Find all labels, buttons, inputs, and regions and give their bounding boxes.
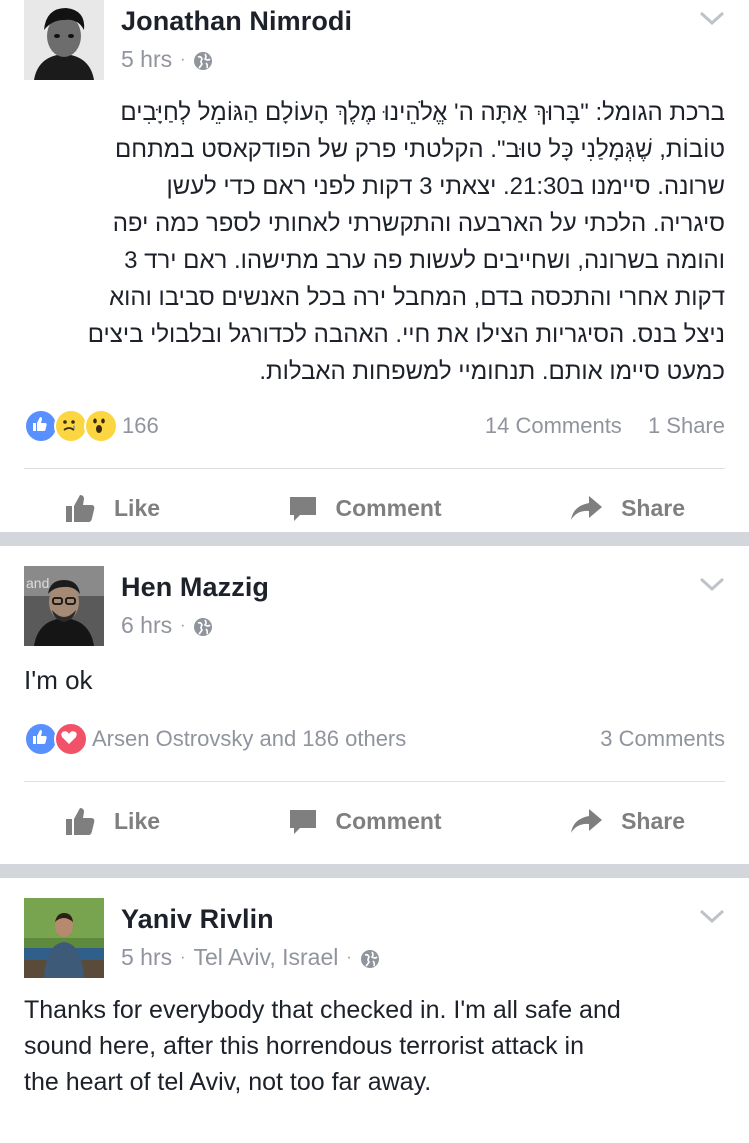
author-name[interactable]: Hen Mazzig [121, 572, 269, 603]
comment-button[interactable]: Comment [288, 806, 442, 836]
globe-icon [193, 616, 213, 636]
post-yaniv: Yaniv Rivlin 5 hrs · Tel Aviv, Israel · … [0, 878, 749, 1143]
reaction-count[interactable]: 166 [122, 413, 159, 439]
engagement-counts: 14 Comments 1 Share [485, 413, 725, 439]
text-line: ניצל בנס. הסיגריות הצילו את חיי. האהבה ל… [87, 321, 725, 348]
post-meta: 5 hrs · [121, 46, 213, 73]
comment-icon [289, 497, 316, 521]
globe-icon [360, 948, 380, 968]
post-header: Yaniv Rivlin 5 hrs · Tel Aviv, Israel · [0, 898, 749, 978]
avatar[interactable] [24, 0, 104, 80]
text-line: I'm ok [24, 665, 93, 695]
author-name[interactable]: Yaniv Rivlin [121, 904, 274, 935]
meta-separator: · [346, 948, 352, 966]
comments-count[interactable]: 14 Comments [485, 413, 622, 438]
like-button[interactable]: Like [64, 805, 160, 837]
post-text: ברכת הגומל: "בָּרוּךְ אַתָּה ה' אֱלֹהֵינ… [0, 94, 749, 390]
share-label: Share [621, 807, 685, 834]
text-line: דקות אחרי והתכסה בדם, המחבל ירה בכל האנש… [109, 284, 725, 311]
thumbs-up-icon [66, 808, 95, 835]
love-icon [54, 722, 88, 756]
avatar[interactable]: and [24, 566, 104, 646]
text-line: סיגריה. הלכתי על הארבעה והתקשרתי לאחותי … [112, 210, 725, 237]
chevron-down-icon[interactable] [699, 10, 725, 26]
reaction-count[interactable]: Arsen Ostrovsky and 186 others [92, 726, 406, 752]
post-meta: 6 hrs · [121, 612, 213, 639]
reaction-bar: 166 14 Comments 1 Share [0, 404, 749, 448]
reaction-bar: Arsen Ostrovsky and 186 others 3 Comment… [0, 717, 749, 761]
reaction-summary[interactable]: Arsen Ostrovsky and 186 others [24, 722, 406, 756]
comment-icon [289, 810, 316, 834]
post-text: I'm ok [0, 662, 749, 699]
post-time[interactable]: 6 hrs [121, 612, 172, 639]
post-meta: 5 hrs · Tel Aviv, Israel · [121, 944, 380, 971]
post-time[interactable]: 5 hrs [121, 46, 172, 73]
like-icon [24, 722, 58, 756]
meta-separator: · [180, 948, 186, 966]
action-bar: Like Comment Share [0, 782, 749, 860]
like-label: Like [114, 807, 161, 834]
text-line: טוֹבוֹת, שֶׁגְּמָלַנִי כָּל טוּב". הקלטת… [115, 136, 725, 163]
text-line: sound here, after this horrendous terror… [24, 1032, 585, 1060]
action-bar: Like Comment Share [0, 469, 749, 547]
share-button[interactable]: Share [569, 494, 685, 522]
share-label: Share [621, 494, 685, 521]
post-header: Jonathan Nimrodi 5 hrs · [0, 0, 749, 80]
avatar[interactable] [24, 898, 104, 978]
post-jonathan: Jonathan Nimrodi 5 hrs · ברכת הגומל: "בָ… [0, 0, 749, 532]
chevron-down-icon[interactable] [699, 576, 725, 592]
sad-icon [54, 409, 88, 443]
share-button[interactable]: Share [569, 807, 685, 835]
like-icon [24, 409, 58, 443]
text-line: והומה בשרונה, ושחייבים לעשות פה ערב מתיש… [124, 247, 725, 274]
comment-label: Comment [335, 494, 442, 521]
chevron-down-icon[interactable] [699, 908, 725, 924]
post-text: Thanks for everybody that checked in. I'… [0, 992, 749, 1100]
meta-separator: · [180, 50, 186, 68]
text-line: שרונה. סיימנו ב21:30. יצאתי 3 דקות לפני … [166, 173, 725, 200]
share-arrow-icon [571, 809, 603, 833]
comment-button[interactable]: Comment [288, 493, 442, 523]
comment-label: Comment [335, 807, 442, 834]
post-location[interactable]: Tel Aviv, Israel [193, 944, 338, 971]
comments-count[interactable]: 3 Comments [600, 726, 725, 751]
like-label: Like [114, 494, 161, 521]
engagement-counts: 3 Comments [600, 726, 725, 752]
text-line: ברכת הגומל: "בָּרוּךְ אַתָּה ה' אֱלֹהֵינ… [120, 99, 725, 126]
share-arrow-icon [571, 496, 603, 520]
text-line: Thanks for everybody that checked in. I'… [24, 996, 621, 1024]
text-line: the heart of tel Aviv, not too far away. [24, 1068, 432, 1096]
like-button[interactable]: Like [64, 492, 160, 524]
post-time[interactable]: 5 hrs [121, 944, 172, 971]
globe-icon [193, 50, 213, 70]
svg-text:and: and [26, 575, 49, 591]
text-line: כמעט סיימו אותם. תנחומיי למשפחות האבלות. [259, 358, 725, 385]
shares-count[interactable]: 1 Share [648, 413, 725, 438]
author-name[interactable]: Jonathan Nimrodi [121, 6, 352, 37]
thumbs-up-icon [66, 495, 95, 522]
meta-separator: · [180, 616, 186, 634]
wow-icon [84, 409, 118, 443]
reaction-summary[interactable]: 166 [24, 409, 159, 443]
post-hen: and Hen Mazzig 6 hrs · I'm ok Arsen Ostr… [0, 546, 749, 864]
post-header: and Hen Mazzig 6 hrs · [0, 566, 749, 646]
